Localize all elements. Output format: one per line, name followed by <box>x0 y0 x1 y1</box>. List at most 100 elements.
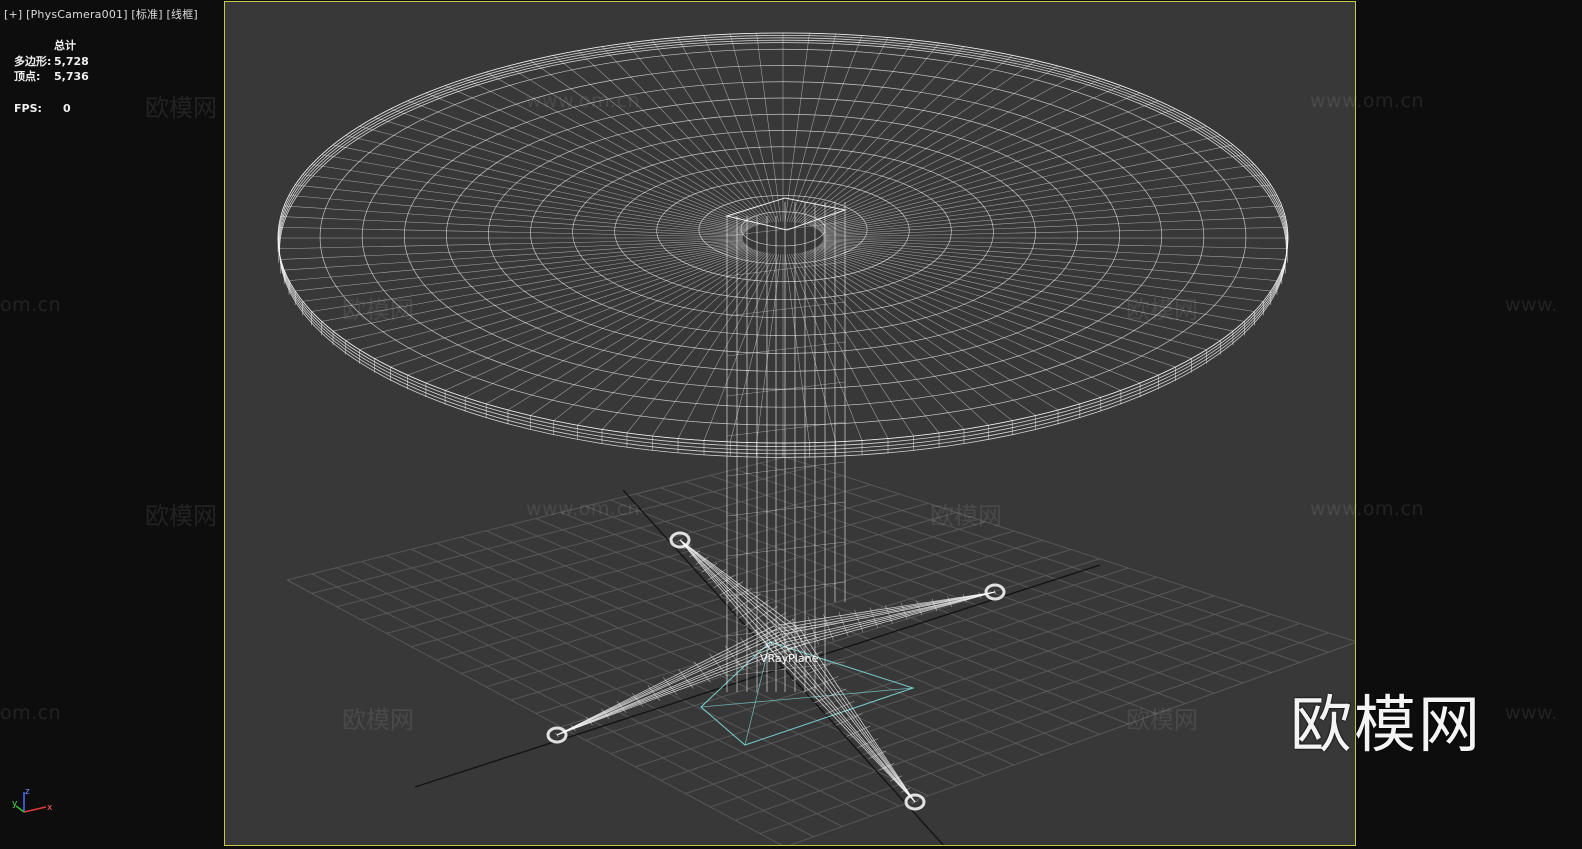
tabletop-spoke <box>407 248 754 376</box>
column-ring <box>726 421 846 437</box>
tabletop-spoke <box>295 241 745 292</box>
tabletop-spoke <box>507 251 762 411</box>
viewport-plus-menu[interactable]: [+] <box>4 8 22 21</box>
watermark-text: 欧模网 <box>145 94 217 122</box>
tabletop-spoke <box>756 33 782 222</box>
tabletop-spoke <box>819 154 1245 232</box>
grid-line <box>784 456 1355 642</box>
tabletop-spoke <box>652 253 773 437</box>
tabletop-spoke <box>804 251 1059 411</box>
column-ring <box>726 381 846 397</box>
axis-z-label: z <box>25 787 30 797</box>
column-ring <box>726 341 846 357</box>
tabletop-spoke <box>823 239 1286 260</box>
polys-value: 5,728 <box>54 54 89 68</box>
tabletop-spoke <box>821 241 1271 292</box>
axis-tripod-icon: z x y <box>12 787 53 813</box>
tabletop-spoke <box>822 205 1282 236</box>
tabletop-spoke <box>801 55 1013 224</box>
tabletop-spoke <box>803 60 1036 225</box>
ground-grid <box>286 456 1355 845</box>
stats-verts-row: 顶点: 5,736 <box>14 69 89 85</box>
watermark-text: 欧模网 <box>342 296 414 324</box>
watermark-text: 欧模网 <box>1126 706 1198 734</box>
fps-value: 0 <box>63 101 71 115</box>
watermark-url: om.cn <box>0 294 62 316</box>
tabletop-spoke <box>808 250 1101 398</box>
tabletop-spoke <box>823 216 1286 237</box>
tabletop-spoke <box>816 126 1207 230</box>
tabletop-spoke <box>820 164 1255 233</box>
fps-label: FPS: <box>14 101 42 115</box>
grid-line <box>735 468 1300 663</box>
tabletop-spoke <box>280 216 743 237</box>
viewport-shading-menu[interactable]: [标准] <box>131 8 162 21</box>
base-leg-edge <box>679 539 773 644</box>
tabletop-spoke <box>806 71 1080 225</box>
tabletop-spoke <box>818 144 1234 231</box>
viewport-camera-menu[interactable]: [PhysCamera001] <box>26 8 128 21</box>
watermark-url: www.om.cn <box>1310 90 1425 112</box>
tabletop-spoke <box>530 60 763 225</box>
table-top-wireframe[interactable] <box>277 32 1289 458</box>
tabletop-spoke <box>803 251 1036 416</box>
watermark-url: www.om.cn <box>526 498 641 520</box>
tabletop-spoke <box>797 46 965 223</box>
tabletop-spoke <box>321 154 747 232</box>
tabletop-spoke <box>677 37 775 223</box>
tabletop-spoke <box>804 65 1059 225</box>
axis-x-label: x <box>47 803 53 813</box>
base-leg-edge <box>556 644 790 736</box>
tabletop-spoke <box>359 126 750 230</box>
brand-logo: 欧模网 <box>1290 688 1483 761</box>
watermark-text: 欧模网 <box>930 502 1002 530</box>
tabletop-spoke <box>793 253 914 437</box>
base-leg-edge <box>556 647 792 736</box>
stats-fps-row: FPS: 0 <box>14 101 89 117</box>
column-ring <box>726 461 846 477</box>
base-leg-rib <box>857 738 879 748</box>
tabletop-spoke <box>677 253 775 439</box>
tabletop-spoke <box>280 239 743 260</box>
watermark-text: 欧模网 <box>145 502 217 530</box>
tabletop-spoke <box>359 246 750 350</box>
watermark-url: www. <box>1505 294 1558 316</box>
tabletop-spoke <box>553 55 765 224</box>
tabletop-spoke <box>486 251 760 405</box>
tabletop-spoke <box>530 251 763 416</box>
tabletop-spoke <box>786 34 837 222</box>
watermark-url: om.cn <box>0 702 62 724</box>
watermark-url: www.om.cn <box>1310 498 1425 520</box>
tabletop-spoke <box>791 253 889 439</box>
tabletop-spoke <box>729 34 780 222</box>
tabletop-spoke <box>601 46 769 223</box>
tabletop-spoke <box>407 100 754 228</box>
tabletop-spoke <box>806 251 1080 405</box>
base-leg-edge <box>556 634 782 736</box>
tabletop-spoke <box>812 248 1159 376</box>
axis-y-label: y <box>12 799 18 809</box>
tabletop-spoke <box>756 254 782 443</box>
tabletop-spoke <box>425 249 755 384</box>
base-leg-edge <box>679 539 780 640</box>
tabletop-spoke <box>425 92 755 227</box>
base-leg-edge <box>679 539 777 642</box>
vray-plane-diagonal <box>700 687 914 708</box>
tabletop-spoke <box>811 92 1141 227</box>
tabletop-spoke <box>797 253 965 430</box>
viewport-mode-menu[interactable]: [线框] <box>167 8 198 21</box>
tabletop-spoke <box>465 250 758 398</box>
verts-label: 顶点: <box>14 70 41 83</box>
tabletop-spoke <box>345 135 749 231</box>
tabletop-spoke <box>703 35 777 222</box>
column-ring <box>726 581 846 597</box>
watermark-url: www.om.cn <box>526 90 641 112</box>
tabletop-spoke <box>332 144 748 231</box>
tabletop-spoke <box>284 240 744 271</box>
column-ring <box>726 301 846 317</box>
viewport-label[interactable]: [+] [PhysCamera001] [标准] [线框] <box>4 6 198 22</box>
object-name-label: VRayPlane <box>760 652 819 665</box>
polys-label: 多边形: <box>14 54 52 68</box>
watermark-text: 欧模网 <box>342 706 414 734</box>
verts-value: 5,736 <box>54 70 89 83</box>
